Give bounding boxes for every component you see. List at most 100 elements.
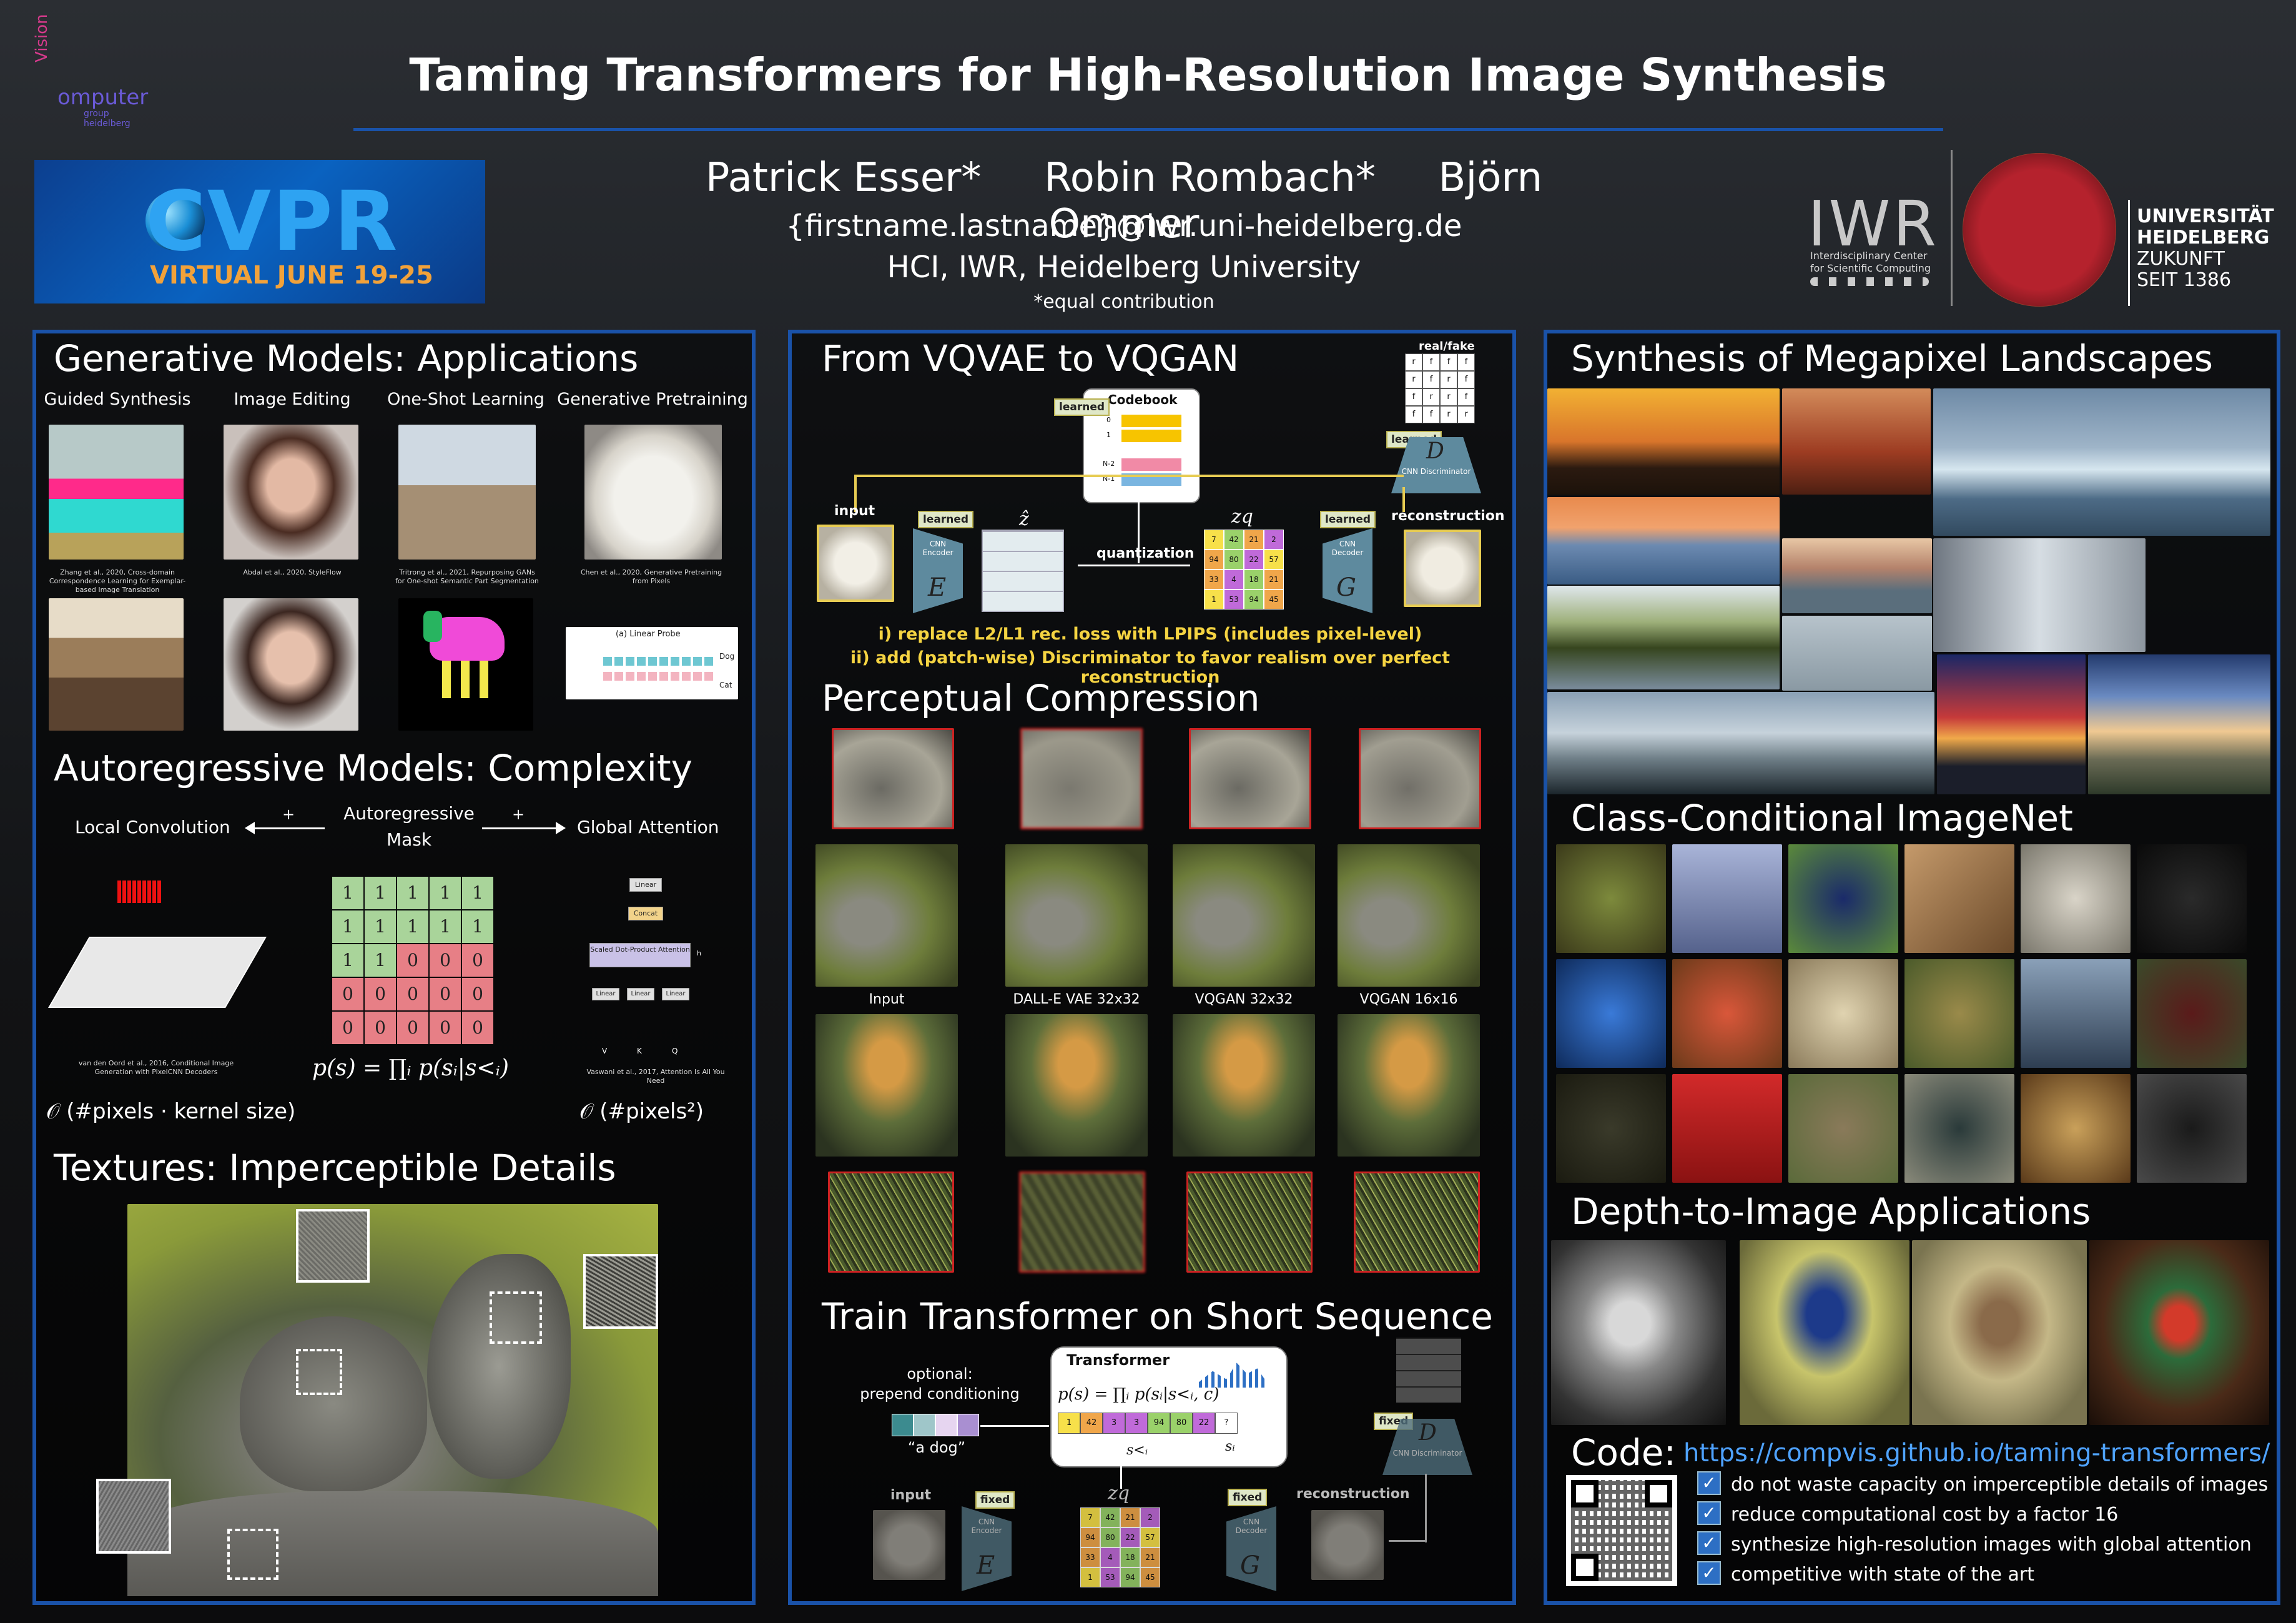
zq-cell: 94 (1080, 1527, 1100, 1547)
cond-token-1 (892, 1414, 914, 1436)
train-title: Train Transformer on Short Sequence (822, 1295, 1493, 1338)
transformer-box: Transformer p(s) = ∏ᵢ p(sᵢ|s<ᵢ, c) 1 42 3 3… (1050, 1346, 1288, 1468)
zq-cell: 22 (1244, 550, 1264, 570)
zq-cell: 45 (1264, 590, 1284, 609)
cb-row-1 (1121, 430, 1181, 442)
mushroom-full-input (815, 1014, 958, 1157)
landscape-sunset-mountains (1547, 388, 1780, 495)
cond-token-4 (957, 1414, 979, 1436)
iwr-logo-sub1: Interdisciplinary Center (1810, 250, 1928, 262)
codebook-down-arrow (1138, 501, 1140, 563)
mushroom-crop-vq16 (1354, 1172, 1480, 1273)
attn-linear-top: Linear (629, 878, 662, 892)
zq-cell: 1 (1204, 590, 1224, 609)
mask-cell: 0 (365, 1012, 396, 1044)
realfake-grid: rfffrfrffrrfffrr (1405, 353, 1475, 423)
arrow-right-icon (482, 827, 557, 829)
squirrel-full-input (815, 844, 958, 987)
qr-code[interactable] (1566, 1475, 1677, 1586)
depth-map-image (1551, 1240, 1726, 1425)
equal-contribution-note: *equal contribution (1033, 291, 1215, 313)
realfake-cell: f (1422, 406, 1440, 423)
zoom-box-3 (227, 1529, 278, 1580)
mushroom-crop-vq32 (1186, 1172, 1313, 1273)
reconstruction-label: reconstruction (1391, 508, 1505, 524)
zq-cell: 4 (1100, 1547, 1120, 1567)
oneshot-horse-image (398, 425, 536, 560)
mushroom-full-vq16 (1338, 1014, 1480, 1157)
zq-cell: 57 (1140, 1527, 1160, 1547)
transformer-formula: p(s) = ∏ᵢ p(sᵢ|s<ᵢ, c) (1058, 1385, 1219, 1404)
app-col-guided: Guided Synthesis (44, 390, 191, 409)
squirrel-full-vq32 (1173, 844, 1315, 987)
zq-cell: 94 (1244, 590, 1264, 609)
prepend-label: prepend conditioning (860, 1385, 1020, 1403)
local-conv-label: Local Convolution (75, 817, 230, 837)
mask-cell: 1 (365, 910, 396, 943)
imagenet-sample-image (1672, 959, 1782, 1068)
codebook-learned-tag: learned (1054, 398, 1110, 416)
encoder-text: CNN Encoder (922, 540, 953, 557)
code-url[interactable]: https://compvis.github.io/taming-transfo… (1683, 1439, 2270, 1468)
zq-grid: 7 42 21 2 94 80 22 57 33 4 18 21 1 53 94 45 (1204, 530, 1284, 609)
bullet-text-3: synthesize high-resolution images with g… (1731, 1534, 2252, 1556)
quantization-label: quantization (1096, 546, 1195, 561)
zq-cell: 33 (1080, 1547, 1100, 1567)
imagenet-sample-image (2137, 844, 2247, 953)
attn-linear-v: Linear (592, 988, 619, 1000)
squirrel-full-row (812, 844, 1499, 989)
imagenet-sample-image (1556, 844, 1666, 953)
zq-label: zq (1231, 506, 1254, 528)
encoder-sym: E (928, 573, 947, 602)
decoder-learned-tag: learned (1320, 511, 1376, 528)
editing-face-image-2 (224, 598, 358, 731)
mask-cell: 0 (430, 944, 461, 977)
bullet-row-3: ✓ synthesize high-resolution images with… (1697, 1531, 2259, 1561)
pretrain-dog-image (584, 425, 722, 560)
zq-cell: 7 (1204, 530, 1224, 550)
attn-h: h (697, 949, 701, 957)
mask-cell: 1 (397, 910, 428, 943)
uni-name-l2: HEIDELBERG (2137, 227, 2270, 249)
realfake-cell: f (1440, 353, 1457, 371)
realfake-label: real/fake (1419, 340, 1475, 353)
mask-cell: 1 (462, 910, 493, 943)
zq-cell: 42 (1100, 1507, 1120, 1527)
attention-figure: Linear Concat Scaled Dot-Product Attenti… (581, 874, 718, 1062)
global-attn-label: Global Attention (577, 817, 719, 837)
check-icon: ✓ (1697, 1531, 1721, 1555)
zq-cell: 94 (1204, 550, 1224, 570)
squirrel-crops-row (812, 728, 1499, 829)
realfake-cell: f (1457, 371, 1475, 388)
mushroom-crops-row (812, 1172, 1499, 1273)
title-rule (353, 128, 1943, 131)
mask-label: Autoregressive Mask (343, 803, 475, 850)
train-reconstruction-dog-image (1311, 1510, 1384, 1580)
landscape-waterfall (1933, 538, 2146, 652)
mask-cell: 1 (365, 944, 396, 977)
squirrel-body (240, 1316, 427, 1491)
horse-legs-part (442, 661, 498, 698)
train-decoder-sym: G (1240, 1551, 1260, 1580)
probe-dog: Dog (719, 652, 735, 661)
mask-cell: 0 (462, 978, 493, 1010)
check-icon: ✓ (1697, 1471, 1721, 1495)
zoom-patch-2 (583, 1254, 658, 1329)
landscape-red-canyon (1782, 388, 1931, 495)
squirrel-crop-vq32 (1189, 728, 1311, 829)
cb-row-1-label: 1 (1106, 431, 1111, 439)
app-col-pretrain: Generative Pretraining (557, 390, 748, 409)
code-label: Code: (1571, 1431, 1677, 1474)
train-seq-arrow (980, 1425, 1049, 1427)
ref-vaswani: Vaswani et al., 2017, Attention Is All Y… (586, 1068, 725, 1085)
realfake-cell: r (1457, 406, 1475, 423)
zq-cell: 45 (1140, 1567, 1160, 1587)
vqgan-title: From VQVAE to VQGAN (822, 337, 1239, 380)
zq-cell: 21 (1244, 530, 1264, 550)
imagenet-sample-image (2137, 959, 2247, 1068)
cvpr-logo-main: CVPR (145, 174, 399, 270)
optional-label: optional: (907, 1365, 973, 1383)
train-reconstruction-label: reconstruction (1296, 1486, 1410, 1502)
squirrel-tail (427, 1254, 571, 1479)
train-arrow-up (1425, 1474, 1427, 1542)
